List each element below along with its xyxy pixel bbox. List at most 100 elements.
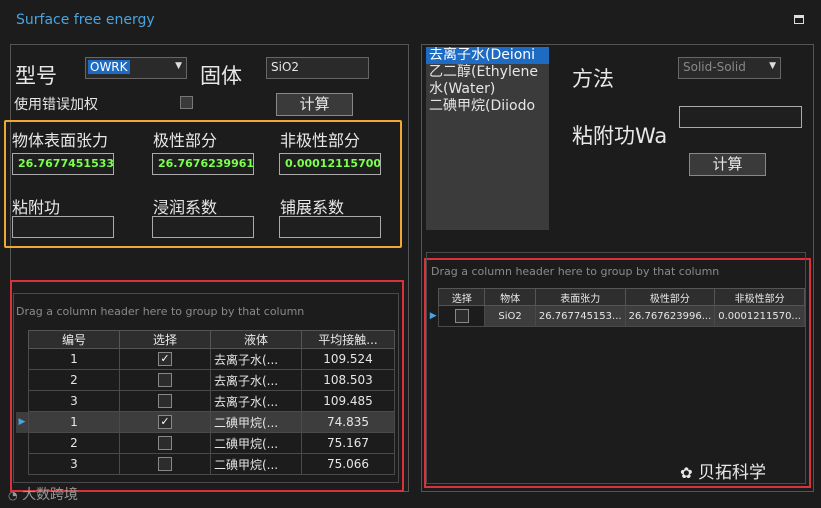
cell-no: 1 [28, 348, 120, 370]
column-header-solid[interactable]: 物体 [484, 288, 536, 306]
table-row[interactable]: 2 二碘甲烷(... 75.167 [16, 432, 395, 454]
window-title: Surface free energy [16, 12, 155, 28]
table-row[interactable]: ▶ 1 ✓ 二碘甲烷(... 74.835 [16, 411, 395, 433]
row-indicator-icon [16, 391, 29, 412]
table-row[interactable]: 3 二碘甲烷(... 75.066 [16, 453, 395, 475]
column-header-select[interactable]: 选择 [438, 288, 486, 306]
row-indicator-header [16, 331, 29, 349]
right-grid-group-hint: Drag a column header here to group by th… [431, 265, 720, 278]
surface-tension-field[interactable]: 26.76774515339... [12, 153, 114, 175]
cell-no: 3 [28, 453, 120, 475]
cell-solid: SiO2 [484, 305, 536, 327]
left-grid: Drag a column header here to group by th… [13, 293, 399, 483]
cell-no: 2 [28, 432, 120, 454]
cell-select[interactable] [119, 453, 211, 475]
cell-contact-angle: 75.066 [301, 453, 395, 475]
row-indicator-icon [16, 370, 29, 391]
nonpolar-part-label: 非极性部分 [280, 131, 361, 150]
adhesion-wa-field[interactable] [679, 106, 802, 128]
chevron-down-icon: ▼ [769, 61, 776, 71]
cell-nonpolar: 0.0001211570... [714, 305, 805, 327]
column-header-nonpolar[interactable]: 非极性部分 [714, 288, 805, 306]
cell-contact-angle: 75.167 [301, 432, 395, 454]
row-indicator-icon: ▶ [429, 311, 437, 321]
column-header-select[interactable]: 选择 [119, 330, 211, 349]
wetting-label: 浸润系数 [153, 198, 218, 217]
liquid-list-item[interactable]: 二碘甲烷(Diiodo [426, 98, 549, 115]
liquid-list-item[interactable]: 去离子水(Deioni [426, 47, 549, 64]
wechat-watermark: ✿ 贝拓科学 [680, 458, 766, 483]
cell-liquid: 去离子水(... [210, 348, 302, 370]
right-grid-table: 选择 物体 表面张力 极性部分 非极性部分 ▶ SiO2 26.767745153.… [428, 288, 805, 327]
cell-select[interactable] [119, 432, 211, 454]
left-calc-button[interactable]: 计算 [276, 93, 353, 116]
method-label: 方法 [572, 67, 614, 91]
column-header-polar[interactable]: 极性部分 [624, 288, 716, 306]
cell-liquid: 去离子水(... [210, 390, 302, 412]
column-header-liquid[interactable]: 液体 [210, 330, 302, 349]
bottom-watermark: ◔ 大数跨境 [8, 484, 78, 504]
right-calc-button[interactable]: 计算 [689, 153, 766, 176]
model-combo-value: OWRK [88, 60, 130, 74]
chevron-down-icon: ▼ [175, 61, 182, 71]
row-indicator-icon [16, 433, 29, 454]
restore-window-icon[interactable] [794, 15, 804, 24]
adhesion-field[interactable] [12, 216, 114, 238]
table-row[interactable]: 1 ✓ 去离子水(... 109.524 [16, 348, 395, 370]
liquid-list[interactable]: 去离子水(Deioni 乙二醇(Ethylene 水(Water) 二碘甲烷(Diio… [426, 47, 549, 230]
cell-select[interactable]: ✓ [119, 348, 211, 370]
cell-no: 2 [28, 369, 120, 391]
liquid-list-item[interactable]: 水(Water) [426, 81, 549, 98]
spreading-field[interactable] [279, 216, 381, 238]
row-checkbox[interactable] [158, 457, 172, 472]
watermark-logo-icon: ◔ [8, 489, 18, 502]
cell-liquid: 二碘甲烷(... [210, 453, 302, 475]
wechat-icon: ✿ [680, 464, 693, 482]
table-row[interactable]: ▶ SiO2 26.767745153... 26.767623996... 0.000… [428, 305, 805, 327]
wechat-watermark-text: 贝拓科学 [697, 463, 766, 483]
row-checkbox[interactable]: ✓ [158, 415, 172, 430]
row-checkbox[interactable] [158, 436, 172, 451]
wetting-field[interactable] [152, 216, 254, 238]
cell-no: 1 [28, 411, 120, 433]
model-combo[interactable]: OWRK ▼ [85, 57, 187, 79]
spreading-label: 铺展系数 [280, 198, 345, 217]
cell-select[interactable]: ✓ [119, 411, 211, 433]
cell-contact-angle: 74.835 [301, 411, 395, 433]
solid-input[interactable]: SiO2 [266, 57, 369, 79]
column-header-contact-angle[interactable]: 平均接触... [301, 330, 395, 349]
polar-part-field[interactable]: 26.76762399611... [152, 153, 254, 175]
cell-select[interactable] [119, 369, 211, 391]
row-checkbox[interactable]: ✓ [158, 352, 172, 367]
column-header-no[interactable]: 编号 [28, 330, 120, 349]
cell-liquid: 二碘甲烷(... [210, 432, 302, 454]
table-row[interactable]: 3 去离子水(... 109.485 [16, 390, 395, 412]
error-weight-label: 使用错误加权 [14, 97, 98, 113]
cell-polar: 26.767623996... [624, 305, 716, 327]
table-row[interactable]: 2 去离子水(... 108.503 [16, 369, 395, 391]
nonpolar-part-field[interactable]: 0.00012115700... [279, 153, 381, 175]
polar-part-label: 极性部分 [153, 131, 218, 150]
right-grid: Drag a column header here to group by th… [426, 252, 806, 484]
row-indicator-icon: ▶ [16, 411, 29, 433]
left-grid-table: 编号 选择 液体 平均接触... 1 ✓ 去离子水(... 109.524 2 去离子水(… [16, 330, 395, 475]
error-weight-checkbox[interactable] [180, 96, 193, 109]
cell-select[interactable] [438, 305, 486, 327]
adhesion-label: 粘附功 [12, 198, 61, 217]
cell-select[interactable] [119, 390, 211, 412]
cell-contact-angle: 109.524 [301, 348, 395, 370]
liquid-list-item[interactable]: 乙二醇(Ethylene [426, 64, 549, 81]
bottom-watermark-text: 大数跨境 [22, 487, 79, 503]
model-label: 型号 [15, 64, 57, 88]
row-checkbox[interactable] [454, 309, 469, 323]
method-combo[interactable]: Solid-Solid ▼ [678, 57, 781, 79]
adhesion-wa-label: 粘附功Wa [572, 124, 668, 148]
left-grid-group-hint: Drag a column header here to group by th… [16, 305, 305, 318]
cell-liquid: 去离子水(... [210, 369, 302, 391]
cell-contact-angle: 108.503 [301, 369, 395, 391]
column-header-tension[interactable]: 表面张力 [534, 288, 626, 306]
cell-tension: 26.767745153... [534, 305, 626, 327]
row-checkbox[interactable] [158, 373, 172, 388]
cell-liquid: 二碘甲烷(... [210, 411, 302, 433]
row-checkbox[interactable] [158, 394, 172, 409]
